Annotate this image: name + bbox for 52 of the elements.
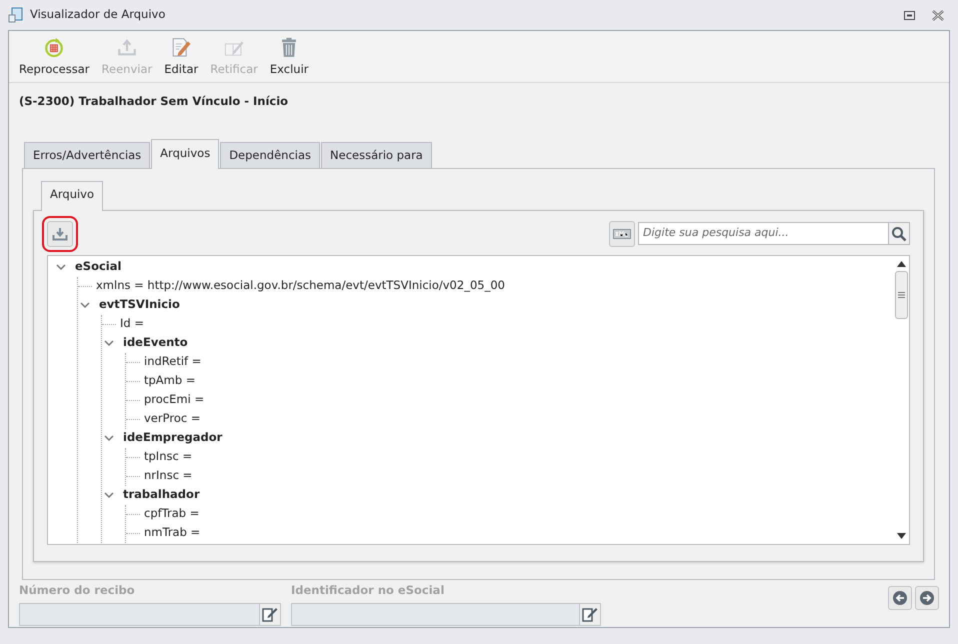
toolbar-button[interactable]: Editar bbox=[160, 37, 202, 78]
tab[interactable]: Arquivo bbox=[41, 181, 104, 210]
chevron-down-icon[interactable] bbox=[78, 300, 92, 310]
tree-node[interactable]: trabalhador bbox=[123, 486, 200, 504]
tree-leaf[interactable]: tpInsc = bbox=[144, 448, 192, 466]
xml-button[interactable] bbox=[609, 220, 636, 246]
arrow-left-icon bbox=[892, 590, 908, 606]
tree-leaf[interactable]: procEmi = bbox=[144, 391, 204, 409]
tab[interactable]: Necessário para bbox=[321, 142, 432, 168]
tree-leaf[interactable]: Id = bbox=[120, 315, 144, 333]
tree-node[interactable]: ideEvento bbox=[123, 334, 188, 352]
tree-leaf[interactable]: tpAmb = bbox=[144, 372, 196, 390]
window-title: Visualizador de Arquivo bbox=[30, 6, 166, 24]
chevron-down-icon[interactable] bbox=[102, 338, 116, 348]
tab[interactable]: Erros/Advertências bbox=[24, 142, 150, 168]
search-button[interactable] bbox=[888, 222, 910, 245]
tree-leaf[interactable]: nmTrab = bbox=[144, 524, 200, 542]
search-icon bbox=[891, 226, 907, 242]
toolbar-button[interactable]: Reprocessar bbox=[15, 37, 94, 78]
tree-leaf[interactable]: cpfTrab = bbox=[144, 505, 200, 523]
edit-button[interactable] bbox=[579, 602, 601, 626]
edit-icon bbox=[262, 606, 278, 622]
tree-leaf[interactable]: nrInsc = bbox=[144, 467, 192, 485]
field-label: Número do recibo bbox=[19, 582, 136, 600]
tree-node[interactable]: eSocial bbox=[75, 258, 122, 276]
restore-button[interactable] bbox=[904, 10, 915, 20]
close-button[interactable] bbox=[932, 10, 944, 20]
scrollbar-thumb[interactable] bbox=[894, 270, 908, 318]
chevron-down-icon[interactable] bbox=[102, 490, 116, 500]
arrow-right-icon bbox=[919, 590, 935, 606]
forward-button[interactable] bbox=[915, 586, 939, 610]
tree-leaf[interactable]: indRetif = bbox=[144, 353, 202, 371]
xml-icon bbox=[613, 228, 632, 238]
chevron-down-icon[interactable] bbox=[102, 433, 116, 443]
scroll-down-arrow[interactable] bbox=[896, 532, 906, 539]
edit-button[interactable] bbox=[259, 602, 281, 626]
toolbar-button[interactable]: Excluir bbox=[266, 37, 312, 78]
tree-node[interactable]: evtTSVInicio bbox=[99, 296, 180, 314]
app-icon bbox=[8, 7, 24, 23]
field-label: Identificador no eSocial bbox=[291, 582, 446, 600]
tree-node[interactable]: ideEmpregador bbox=[123, 429, 222, 447]
tab[interactable]: Dependências bbox=[220, 142, 320, 168]
event-heading: (S-2300) Trabalhador Sem Vínculo - Início bbox=[18, 93, 290, 110]
search-field[interactable]: Digite sua pesquisa aqui... bbox=[638, 222, 888, 245]
tree-leaf[interactable]: xmlns = http://www.esocial.gov.br/schema/evt/evtTSVInicio/v02_05_00 bbox=[96, 277, 505, 295]
edit-icon bbox=[582, 606, 598, 622]
scroll-up-arrow[interactable] bbox=[896, 260, 906, 266]
back-button[interactable] bbox=[888, 586, 912, 610]
chevron-down-icon[interactable] bbox=[54, 262, 68, 272]
tab[interactable]: Arquivos bbox=[151, 139, 220, 170]
download-icon bbox=[52, 226, 68, 240]
tree-leaf[interactable]: verProc = bbox=[144, 410, 200, 428]
